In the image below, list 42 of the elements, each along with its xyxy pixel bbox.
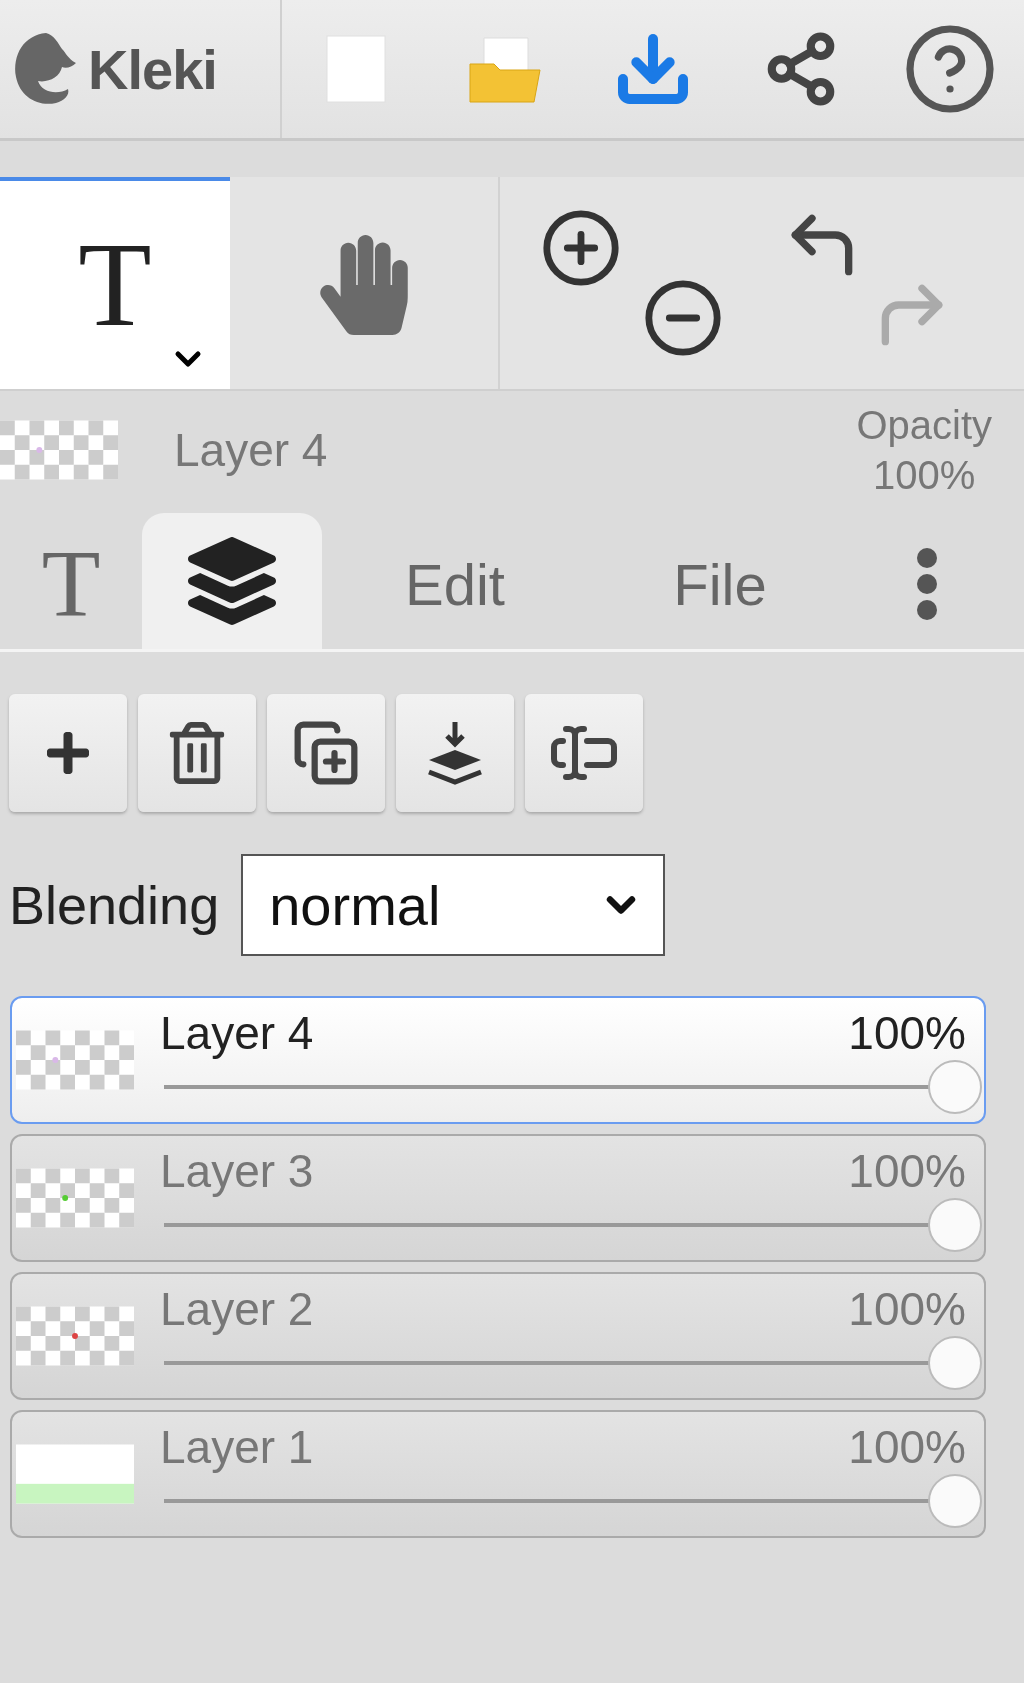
merge-layer-button[interactable]: [396, 694, 514, 812]
layer-item[interactable]: Layer 4 100%: [10, 996, 986, 1124]
opacity-label: Opacity: [856, 402, 992, 449]
layer-name: Layer 3: [160, 1144, 314, 1198]
delete-layer-button[interactable]: [138, 694, 256, 812]
tab[interactable]: File: [588, 519, 852, 649]
more-icon: [916, 547, 938, 621]
layer-opacity: 100%: [848, 1144, 966, 1198]
slider-thumb[interactable]: [928, 1336, 982, 1390]
blank-page-icon: [325, 34, 388, 104]
layer-opacity: 100%: [848, 1420, 966, 1474]
plus-icon: [44, 729, 92, 777]
text-tool-button[interactable]: T: [0, 177, 230, 389]
add-layer-button[interactable]: [9, 694, 127, 812]
duplicate-icon: [292, 719, 360, 787]
layer-item[interactable]: Layer 3 100%: [10, 1134, 986, 1262]
zoom-out-icon: [642, 277, 724, 359]
layer-name: Layer 2: [160, 1282, 314, 1336]
tab[interactable]: T: [0, 519, 142, 649]
layer-item[interactable]: Layer 2 100%: [10, 1272, 986, 1400]
slider-thumb[interactable]: [928, 1060, 982, 1114]
zoom-in-icon: [540, 207, 622, 289]
tab[interactable]: Edit: [322, 519, 588, 649]
slider-thumb[interactable]: [928, 1474, 982, 1528]
zoom-in-button[interactable]: [540, 207, 622, 289]
blending-label: Blending: [9, 874, 220, 936]
layer-item[interactable]: Layer 1 100%: [10, 1410, 986, 1538]
layers-icon: [188, 537, 276, 625]
logo-text: Kleki: [88, 36, 217, 102]
layer-opacity: 100%: [848, 1282, 966, 1336]
zoom-out-button[interactable]: [642, 277, 724, 359]
opacity-value: 100%: [873, 452, 976, 499]
duplicate-layer-button[interactable]: [267, 694, 385, 812]
layer-name: Layer 1: [160, 1420, 314, 1474]
slider-thumb[interactable]: [928, 1198, 982, 1252]
current-layer-name: Layer 4: [174, 423, 329, 477]
layers-tab[interactable]: [142, 513, 322, 649]
layer-name: Layer 4: [160, 1006, 314, 1060]
layer-opacity: 100%: [848, 1006, 966, 1060]
rename-layer-button[interactable]: [525, 694, 643, 812]
merge-down-icon: [425, 720, 485, 786]
blending-select[interactable]: normal: [241, 854, 666, 956]
